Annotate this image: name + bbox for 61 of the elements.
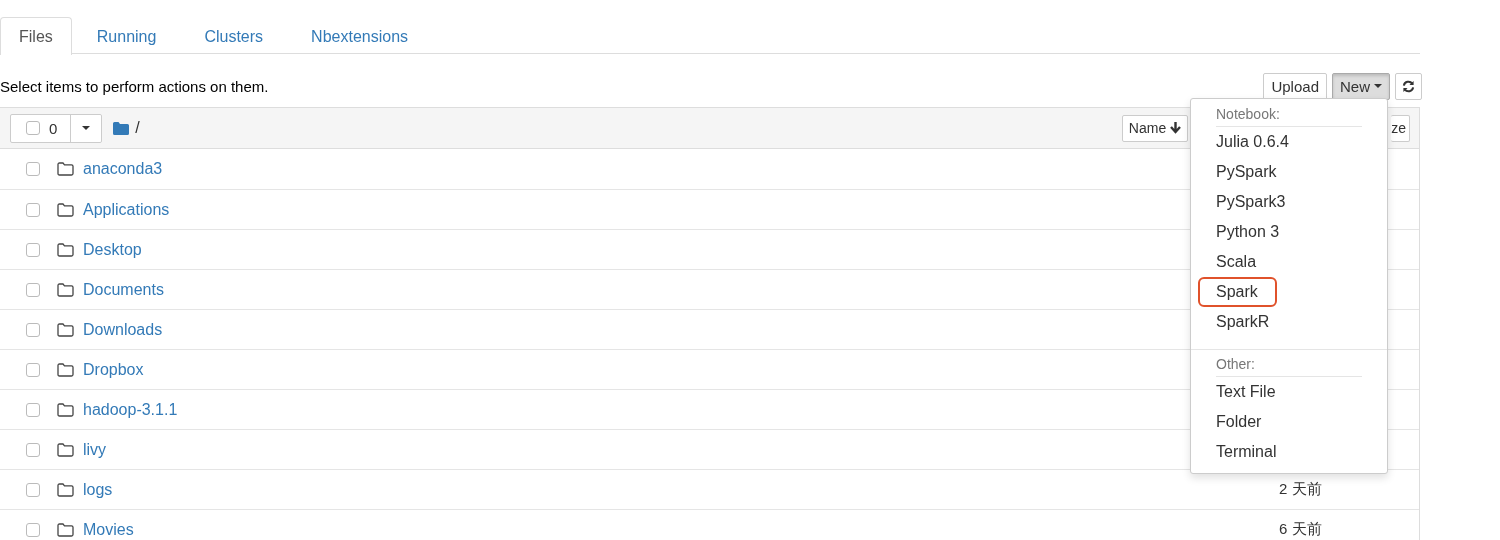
folder-icon	[57, 282, 74, 297]
modified-time: 6 天前	[1279, 520, 1323, 539]
select-all-checkbox[interactable]	[26, 121, 40, 135]
folder-icon	[57, 402, 74, 417]
tab[interactable]: Nbextensions	[288, 17, 432, 54]
row-checkbox[interactable]	[26, 322, 40, 337]
folder-link[interactable]: hadoop-3.1.1	[83, 400, 178, 419]
folder-link[interactable]: Movies	[83, 520, 134, 539]
caret-icon	[82, 126, 91, 130]
folder-icon	[57, 162, 74, 176]
folder-link[interactable]: livy	[83, 440, 107, 459]
row-checkbox[interactable]	[26, 482, 40, 497]
folder-icon	[57, 482, 74, 497]
folder-link[interactable]: Applications	[83, 200, 170, 219]
sort-name-button[interactable]: Name	[1121, 114, 1189, 142]
new-button[interactable]: New	[1332, 72, 1390, 100]
upload-button[interactable]: Upload	[1263, 72, 1327, 100]
menu-item[interactable]: Terminal	[1191, 437, 1302, 467]
row-checkbox[interactable]	[26, 162, 40, 176]
menu-item[interactable]: Scala	[1191, 247, 1282, 277]
refresh-icon	[1402, 79, 1415, 93]
row-checkbox[interactable]	[26, 242, 40, 257]
row-checkbox[interactable]	[26, 402, 40, 417]
folder-link[interactable]: Dropbox	[83, 360, 144, 379]
folder-link[interactable]: Documents	[83, 280, 164, 299]
row-checkbox[interactable]	[26, 522, 40, 537]
tab[interactable]: Clusters	[181, 17, 287, 54]
folder-icon	[57, 242, 74, 257]
folder-icon	[57, 522, 74, 537]
sort-size-button[interactable]: ze	[1391, 114, 1410, 142]
folder-link[interactable]: anaconda3	[83, 160, 163, 178]
selected-count: 0	[49, 119, 58, 137]
menu-item[interactable]: SparkR	[1191, 307, 1295, 337]
modified-time: 2 天前	[1279, 480, 1323, 499]
row-checkbox[interactable]	[26, 362, 40, 377]
arrow-down-icon	[1170, 122, 1182, 134]
menu-section-header: Notebook:	[1215, 105, 1281, 124]
menu-item[interactable]: Folder	[1191, 407, 1287, 437]
instruction-text: Select items to perform actions on them.	[0, 77, 270, 95]
tab[interactable]: Running	[73, 17, 180, 54]
folder-icon	[57, 442, 74, 457]
folder-icon	[57, 322, 74, 337]
refresh-button[interactable]	[1395, 72, 1422, 100]
folder-link[interactable]: Desktop	[83, 240, 142, 259]
row-checkbox[interactable]	[26, 442, 40, 457]
tab[interactable]: Files	[0, 17, 72, 55]
folder-link[interactable]: logs	[83, 480, 113, 499]
menu-item[interactable]: Python 3	[1191, 217, 1305, 247]
menu-item[interactable]: Julia 0.6.4	[1191, 127, 1314, 157]
menu-item[interactable]: Text File	[1191, 377, 1301, 407]
row-checkbox[interactable]	[26, 202, 40, 217]
folder-icon	[57, 202, 74, 217]
breadcrumb-path[interactable]: /	[135, 119, 140, 137]
menu-item[interactable]: Spark	[1198, 277, 1277, 307]
folder-icon	[113, 121, 130, 135]
menu-item[interactable]: PySpark	[1191, 157, 1302, 187]
folder-link[interactable]: Downloads	[83, 320, 163, 339]
menu-item[interactable]: PySpark3	[1191, 187, 1311, 217]
row-checkbox[interactable]	[26, 282, 40, 297]
menu-section-header: Other:	[1215, 355, 1256, 374]
folder-icon	[57, 362, 74, 377]
